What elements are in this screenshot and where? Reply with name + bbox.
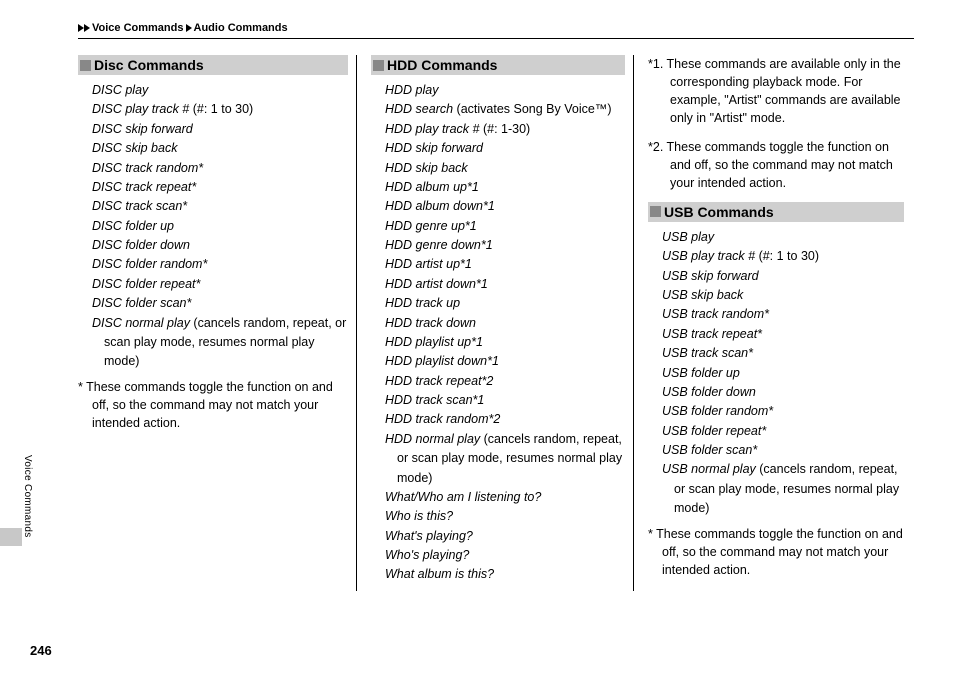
list-item: What's playing? [385, 527, 625, 546]
hdd-heading: HDD Commands [371, 55, 625, 75]
list-item: USB track repeat* [662, 325, 904, 344]
list-item: USB folder repeat* [662, 422, 904, 441]
list-item: What/Who am I listening to? [385, 488, 625, 507]
list-item: DISC folder down [92, 236, 348, 255]
list-item: USB skip back [662, 286, 904, 305]
list-item: USB track random* [662, 305, 904, 324]
list-item: DISC skip forward [92, 120, 348, 139]
list-item: HDD track up [385, 294, 625, 313]
square-bullet-icon [80, 60, 91, 71]
list-item: USB folder random* [662, 402, 904, 421]
breadcrumb-a: Voice Commands [92, 22, 184, 34]
header-rule [78, 38, 914, 39]
disc-list: DISC playDISC play track # (#: 1 to 30)D… [92, 81, 348, 372]
list-item: HDD skip back [385, 159, 625, 178]
list-item: HDD track down [385, 314, 625, 333]
list-item: DISC skip back [92, 139, 348, 158]
list-item: DISC normal play (cancels random, repeat… [92, 314, 348, 372]
list-item: HDD album down*1 [385, 197, 625, 216]
usb-footnote: * These commands toggle the function on … [648, 525, 904, 579]
list-item: DISC folder scan* [92, 294, 348, 313]
usb-heading: USB Commands [648, 202, 904, 222]
list-item: HDD playlist down*1 [385, 352, 625, 371]
list-item: USB folder down [662, 383, 904, 402]
list-item: DISC folder up [92, 217, 348, 236]
list-item: HDD playlist up*1 [385, 333, 625, 352]
usb-heading-text: USB Commands [664, 204, 774, 220]
list-item: USB skip forward [662, 267, 904, 286]
col-hdd: HDD Commands HDD playHDD search (activat… [356, 55, 634, 591]
list-item: HDD genre up*1 [385, 217, 625, 236]
list-item: HDD genre down*1 [385, 236, 625, 255]
disc-heading: Disc Commands [78, 55, 348, 75]
disc-heading-text: Disc Commands [94, 57, 204, 73]
breadcrumb-sep-icon [186, 24, 192, 32]
list-item: DISC play track # (#: 1 to 30) [92, 100, 348, 119]
hdd-heading-text: HDD Commands [387, 57, 497, 73]
list-item: USB play track # (#: 1 to 30) [662, 247, 904, 266]
list-item: DISC play [92, 81, 348, 100]
page: Voice Commands Audio Commands Disc Comma… [0, 0, 954, 674]
list-item: Who's playing? [385, 546, 625, 565]
note-1: *1. These commands are available only in… [648, 55, 904, 128]
square-bullet-icon [650, 206, 661, 217]
list-item: HDD normal play (cancels random, repeat,… [385, 430, 625, 488]
list-item: USB play [662, 228, 904, 247]
breadcrumb-b: Audio Commands [194, 22, 288, 34]
list-item: DISC track scan* [92, 197, 348, 216]
list-item: HDD play track # (#: 1-30) [385, 120, 625, 139]
usb-section: USB Commands USB playUSB play track # (#… [648, 202, 904, 579]
breadcrumb-arrows-icon [78, 24, 90, 32]
list-item: DISC folder random* [92, 255, 348, 274]
list-item: USB folder scan* [662, 441, 904, 460]
disc-footnote: * These commands toggle the function on … [78, 378, 348, 432]
list-item: HDD track repeat*2 [385, 372, 625, 391]
usb-list: USB playUSB play track # (#: 1 to 30)USB… [662, 228, 904, 519]
note-2: *2. These commands toggle the function o… [648, 138, 904, 192]
list-item: DISC track random* [92, 159, 348, 178]
breadcrumb: Voice Commands Audio Commands [78, 22, 914, 34]
list-item: USB normal play (cancels random, repeat,… [662, 460, 904, 518]
list-item: HDD album up*1 [385, 178, 625, 197]
page-number: 246 [30, 643, 52, 658]
list-item: HDD track random*2 [385, 410, 625, 429]
content-columns: Disc Commands DISC playDISC play track #… [78, 55, 914, 591]
col-disc: Disc Commands DISC playDISC play track #… [78, 55, 356, 591]
square-bullet-icon [373, 60, 384, 71]
list-item: USB folder up [662, 364, 904, 383]
side-label: Voice Commands [22, 455, 33, 538]
list-item: HDD play [385, 81, 625, 100]
col-right: *1. These commands are available only in… [634, 55, 912, 591]
list-item: USB track scan* [662, 344, 904, 363]
list-item: DISC folder repeat* [92, 275, 348, 294]
list-item: HDD skip forward [385, 139, 625, 158]
list-item: HDD artist up*1 [385, 255, 625, 274]
list-item: HDD artist down*1 [385, 275, 625, 294]
hdd-list: HDD playHDD search (activates Song By Vo… [385, 81, 625, 585]
list-item: HDD track scan*1 [385, 391, 625, 410]
list-item: What album is this? [385, 565, 625, 584]
list-item: Who is this? [385, 507, 625, 526]
list-item: DISC track repeat* [92, 178, 348, 197]
list-item: HDD search (activates Song By Voice™) [385, 100, 625, 119]
side-tab [0, 528, 22, 546]
